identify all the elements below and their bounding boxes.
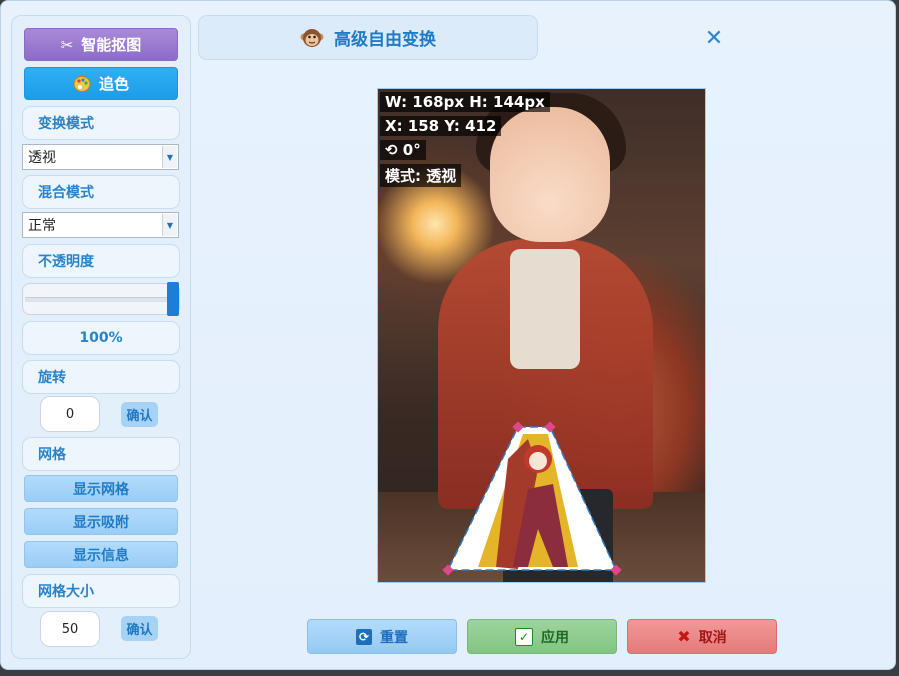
color-match-button[interactable]: 追色 xyxy=(24,67,178,100)
show-info-button[interactable]: 显示信息 xyxy=(24,541,178,568)
monkey-face-icon xyxy=(300,26,324,50)
apply-label: 应用 xyxy=(541,629,569,646)
rotate-confirm-button[interactable]: 确认 xyxy=(121,402,158,427)
checkmark-icon: ✓ xyxy=(515,627,533,646)
transform-overlay xyxy=(442,421,622,576)
blend-mode-select[interactable]: 正常 ▼ xyxy=(22,212,179,238)
reset-button[interactable]: ⟳ 重置 xyxy=(307,619,457,654)
opacity-label: 不透明度 xyxy=(22,244,180,278)
transform-dialog: ✂ 智能抠图 追色 变换模式 透视 ▼ 混合模式 正常 ▼ 不透明度 100% … xyxy=(0,0,896,670)
palette-icon xyxy=(73,75,91,93)
dropdown-arrow-icon[interactable]: ▼ xyxy=(162,214,177,236)
grid-size-label: 网格大小 xyxy=(22,574,180,608)
preview-canvas[interactable]: W: 168px H: 144px X: 158 Y: 412 ⟲ 0° 模式:… xyxy=(377,88,706,583)
reset-label: 重置 xyxy=(380,629,408,646)
dialog-title: 高级自由变换 xyxy=(334,30,436,50)
grid-size-confirm-button[interactable]: 确认 xyxy=(121,616,158,641)
blend-mode-value: 正常 xyxy=(28,218,56,234)
cancel-label: 取消 xyxy=(698,629,727,646)
layer-figure-face xyxy=(529,452,547,470)
smart-matting-button[interactable]: ✂ 智能抠图 xyxy=(24,28,178,61)
show-grid-button[interactable]: 显示网格 xyxy=(24,475,178,502)
rotate-label: 旋转 xyxy=(22,360,180,394)
opacity-value: 100% xyxy=(22,321,180,355)
rotate-input[interactable]: 0 xyxy=(40,396,100,432)
slider-track xyxy=(25,297,169,302)
apply-button[interactable]: ✓ 应用 xyxy=(467,619,617,654)
dialog-title-bar: 高级自由变换 xyxy=(198,15,538,60)
grid-label: 网格 xyxy=(22,437,180,471)
scissors-icon: ✂ xyxy=(60,35,74,54)
transform-mode-value: 透视 xyxy=(28,150,56,166)
slider-thumb[interactable] xyxy=(167,282,179,316)
transform-mode-select[interactable]: 透视 ▼ xyxy=(22,144,179,170)
refresh-icon: ⟳ xyxy=(356,628,372,645)
blend-mode-label: 混合模式 xyxy=(22,175,180,209)
dropdown-arrow-icon[interactable]: ▼ xyxy=(162,146,177,168)
cancel-button[interactable]: ✖ 取消 xyxy=(627,619,777,654)
grid-size-input[interactable]: 50 xyxy=(40,611,100,647)
color-match-label: 追色 xyxy=(98,75,129,93)
smart-matting-label: 智能抠图 xyxy=(81,36,142,54)
cross-icon: ✖ xyxy=(677,627,691,646)
transform-mode-label: 变换模式 xyxy=(22,106,180,140)
close-icon[interactable]: ✕ xyxy=(701,25,727,51)
show-snap-button[interactable]: 显示吸附 xyxy=(24,508,178,535)
opacity-slider[interactable] xyxy=(22,282,180,316)
